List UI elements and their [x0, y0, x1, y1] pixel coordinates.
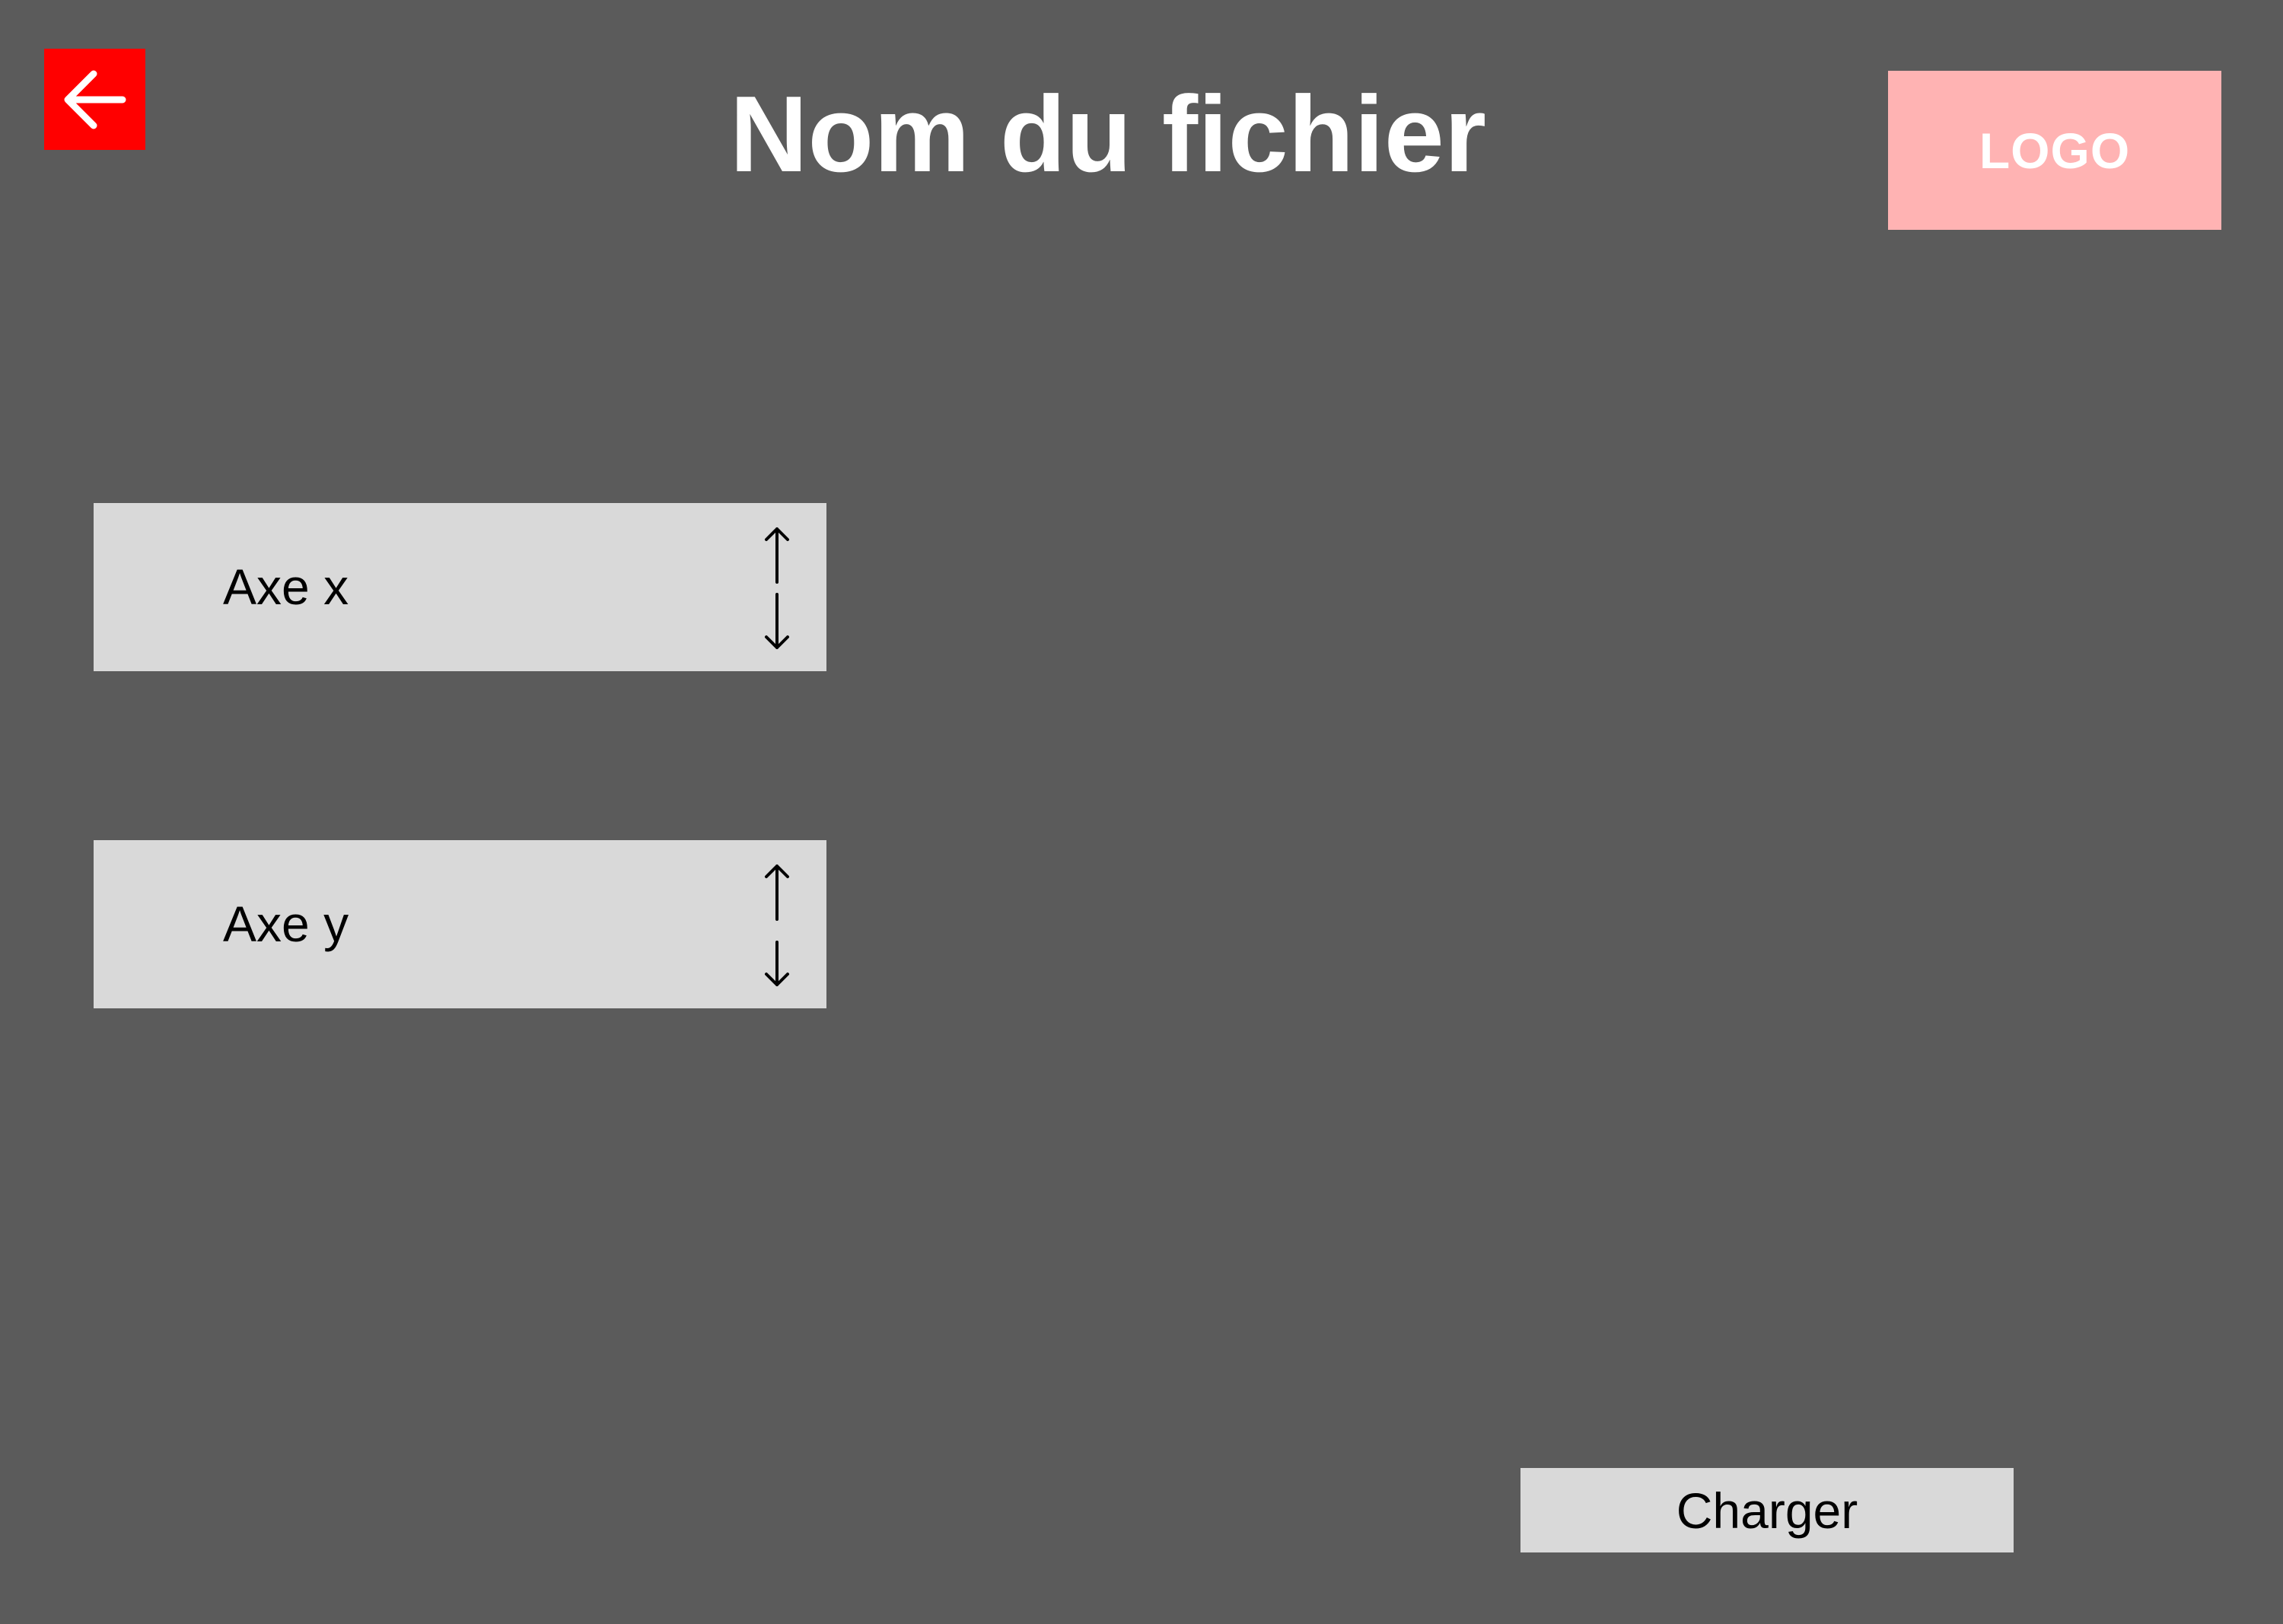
- x-axis-label: Axe x: [223, 559, 349, 615]
- y-axis-select[interactable]: Axe y: [94, 840, 826, 1008]
- load-button[interactable]: Charger: [1520, 1468, 2014, 1552]
- logo: LOGO: [1888, 71, 2221, 230]
- y-axis-label: Axe y: [223, 896, 349, 952]
- page-title: Nom du fichier: [729, 74, 1487, 195]
- x-axis-select[interactable]: Axe x: [94, 503, 826, 671]
- up-down-arrows-icon[interactable]: [758, 523, 796, 654]
- up-down-arrows-icon[interactable]: [758, 860, 796, 991]
